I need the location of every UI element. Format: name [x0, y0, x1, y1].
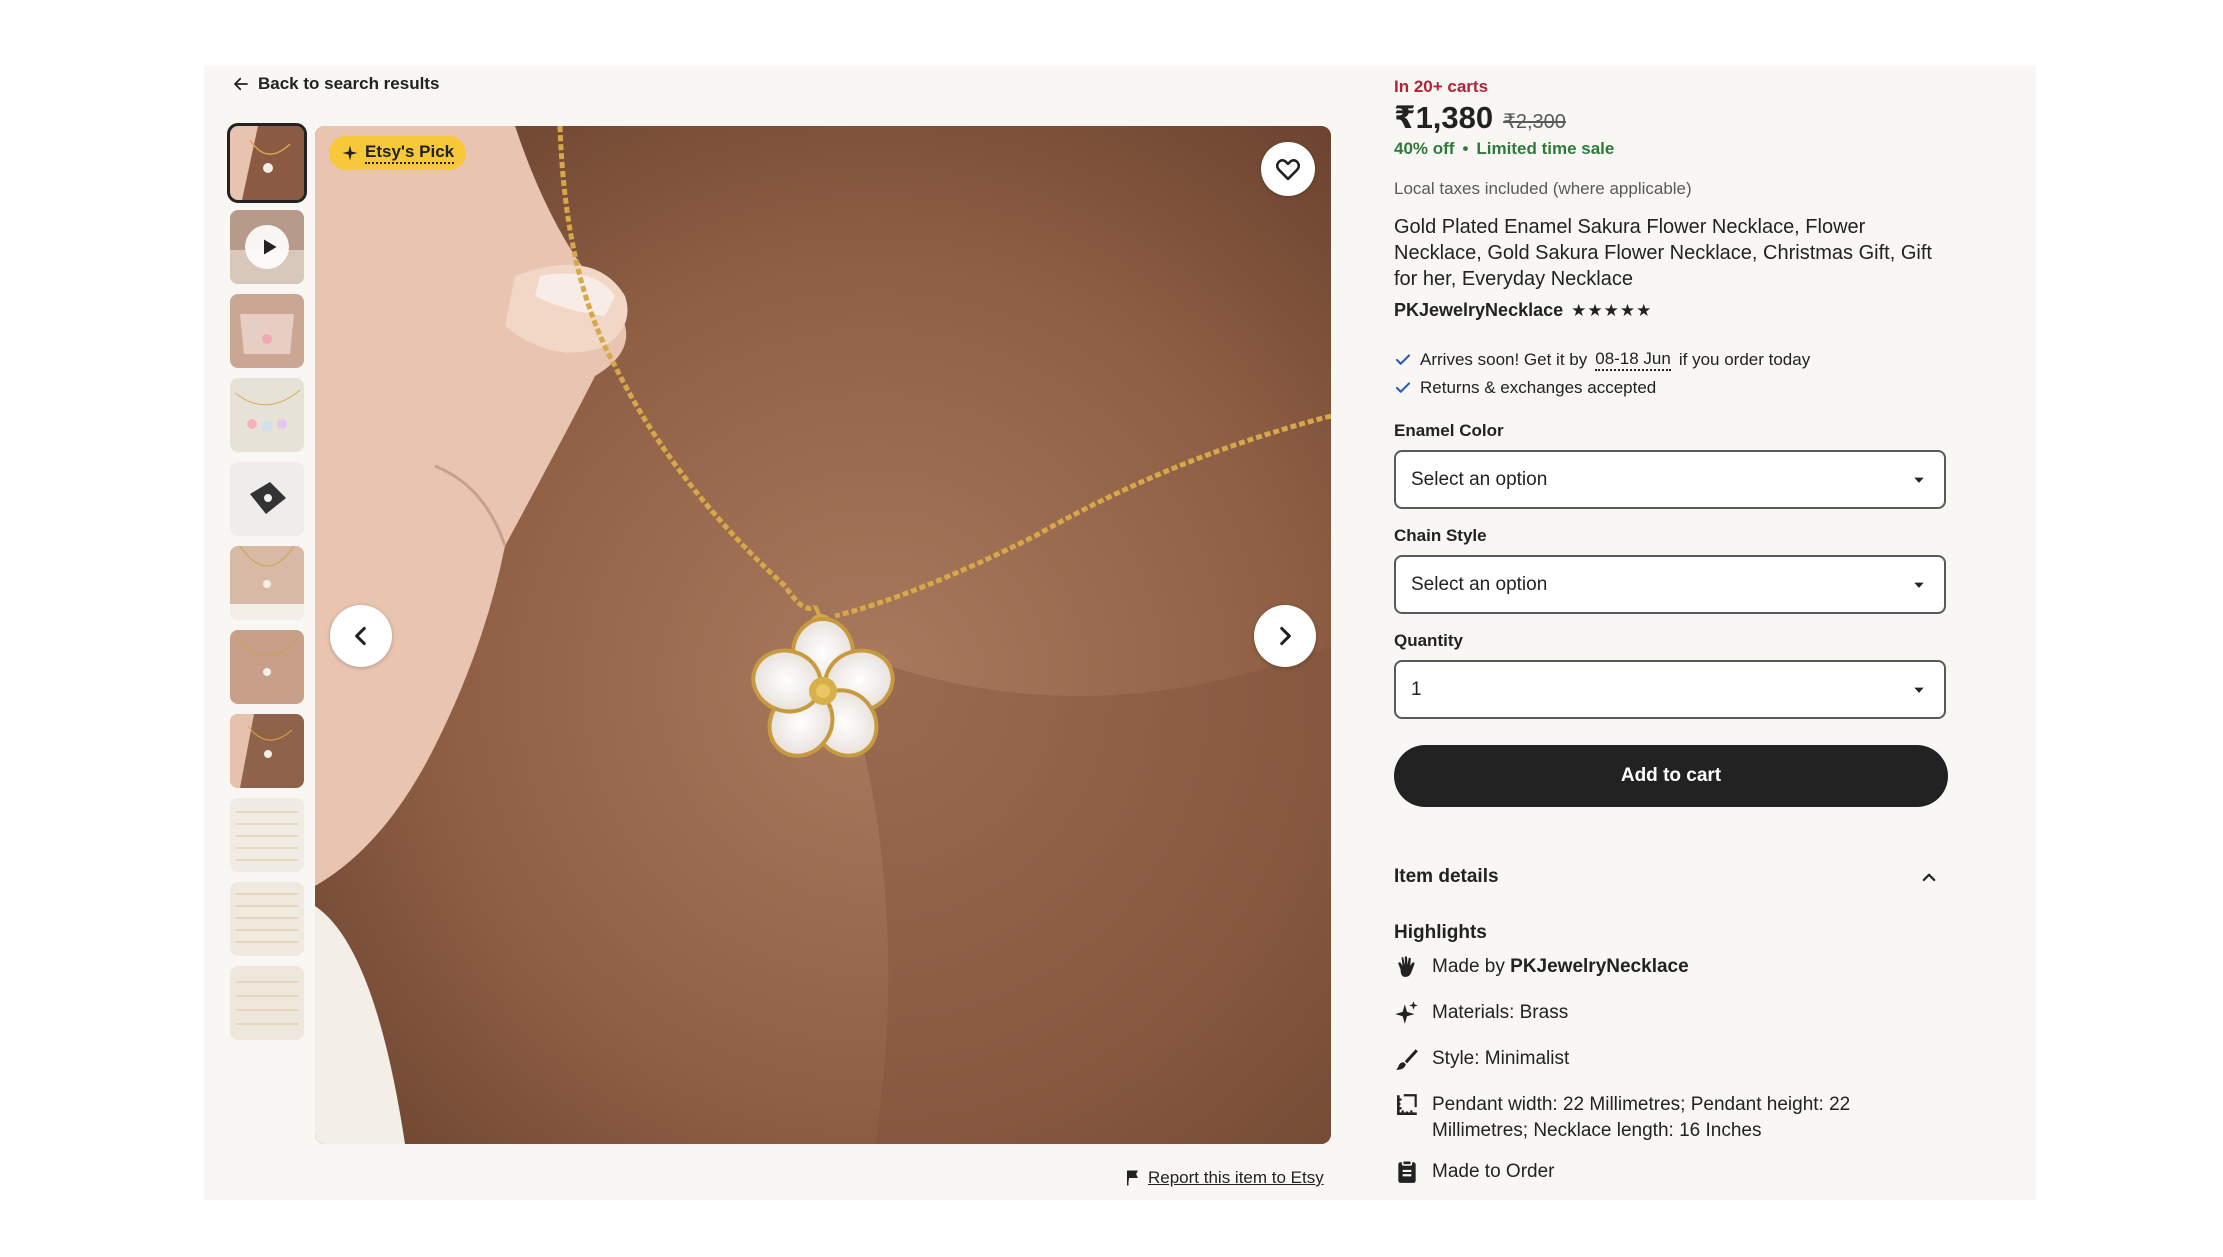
sale-separator: •	[1462, 139, 1469, 158]
add-to-cart-button[interactable]: Add to cart	[1394, 745, 1948, 807]
made-by-shop-link[interactable]: PKJewelryNecklace	[1510, 956, 1689, 977]
highlight-materials: Materials: Brass	[1394, 1000, 1568, 1026]
etsys-pick-badge[interactable]: Etsy's Pick	[329, 136, 467, 170]
enamel-color-select[interactable]: Select an option	[1394, 450, 1946, 509]
chain-style-label: Chain Style	[1394, 526, 1487, 545]
highlight-made-by: Made by PKJewelryNecklace	[1394, 954, 1689, 980]
style-text: Style: Minimalist	[1432, 1048, 1570, 1069]
arrival-suffix: if you order today	[1678, 350, 1811, 369]
listing-title: Gold Plated Enamel Sakura Flower Necklac…	[1394, 216, 1932, 290]
chain-style-value: Select an option	[1411, 573, 1548, 595]
thumbnail-8[interactable]	[230, 714, 304, 788]
thumbnail-3[interactable]	[230, 294, 304, 368]
thumbnail-4[interactable]	[230, 378, 304, 452]
thumbnail-7[interactable]	[230, 630, 304, 704]
quantity-value: 1	[1411, 678, 1422, 700]
chain-style-select[interactable]: Select an option	[1394, 555, 1946, 614]
chevron-left-icon	[355, 626, 366, 646]
highlight-made-to-order: Made to Order	[1394, 1159, 1555, 1185]
enamel-color-label: Enamel Color	[1394, 421, 1504, 440]
etsys-pick-label: Etsy's Pick	[365, 142, 455, 164]
play-icon	[245, 225, 289, 269]
sparkle-icon	[1395, 1001, 1418, 1024]
highlight-dimensions: Pendant width: 22 Millimetres; Pendant h…	[1394, 1092, 1934, 1144]
rating-stars[interactable]: ★★★★★	[1571, 301, 1652, 321]
item-details-toggle[interactable]: Item details	[1394, 862, 1948, 892]
shop-row: PKJewelryNecklace ★★★★★	[1394, 300, 1652, 321]
back-to-search-link[interactable]: Back to search results	[232, 72, 439, 96]
thumbnail-9[interactable]	[230, 798, 304, 872]
clipboard-icon	[1398, 1159, 1416, 1183]
necklace-photo	[315, 126, 1331, 1144]
report-item-link[interactable]: Report this item to Etsy	[1124, 1168, 1324, 1188]
materials-text: Materials: Brass	[1432, 1002, 1569, 1023]
heart-icon	[1275, 159, 1301, 181]
made-to-order-text: Made to Order	[1432, 1161, 1555, 1182]
shop-name-link[interactable]: PKJewelryNecklace	[1394, 300, 1563, 321]
limited-sale-label: Limited time sale	[1476, 139, 1615, 158]
thumbnail-5[interactable]	[230, 462, 304, 536]
sale-price: ₹1,380	[1394, 100, 1494, 135]
discount-label: 40% off	[1394, 139, 1455, 158]
in-carts-notice: In 20+ carts	[1394, 77, 1489, 96]
sale-info: 40% off • Limited time sale	[1394, 139, 1614, 159]
thumbnail-11[interactable]	[230, 966, 304, 1040]
thumbnail-6[interactable]	[230, 546, 304, 620]
enamel-color-value: Select an option	[1411, 468, 1548, 490]
thumbnail-1[interactable]	[227, 123, 307, 203]
brush-icon	[1396, 1049, 1418, 1070]
caret-down-icon	[1914, 582, 1924, 588]
arrival-date[interactable]: 08-18 Jun	[1595, 349, 1671, 371]
next-image-button[interactable]	[1254, 605, 1316, 667]
caret-down-icon	[1914, 687, 1924, 693]
check-icon	[1395, 354, 1411, 365]
check-icon	[1395, 382, 1411, 393]
back-link-label: Back to search results	[258, 74, 440, 93]
ruler-corner-icon	[1397, 1094, 1417, 1115]
highlight-style: Style: Minimalist	[1394, 1046, 1569, 1072]
highlights-title: Highlights	[1394, 922, 1487, 943]
quantity-label: Quantity	[1394, 631, 1463, 650]
sparkle-icon	[342, 145, 358, 161]
previous-image-button[interactable]	[330, 605, 392, 667]
made-by-prefix: Made by	[1432, 956, 1505, 977]
main-product-image[interactable]: Etsy's Pick	[315, 126, 1331, 1144]
chevron-up-icon	[1922, 873, 1936, 882]
thumbnail-10[interactable]	[230, 882, 304, 956]
original-price: ₹2,300	[1503, 111, 1566, 133]
favorite-button[interactable]	[1261, 142, 1315, 196]
taxes-note: Local taxes included (where applicable)	[1394, 179, 1692, 198]
flag-icon	[1127, 1170, 1138, 1186]
caret-down-icon	[1914, 477, 1924, 483]
hand-icon	[1398, 956, 1415, 977]
arrival-prefix: Arrives soon! Get it by	[1420, 350, 1588, 369]
quantity-select[interactable]: 1	[1394, 660, 1946, 719]
returns-perk: Returns & exchanges accepted	[1394, 378, 1656, 398]
arrow-left-icon	[234, 77, 248, 91]
dimensions-text: Pendant width: 22 Millimetres; Pendant h…	[1432, 1094, 1851, 1141]
arrival-perk: Arrives soon! Get it by 08-18 Jun if you…	[1394, 349, 1810, 371]
returns-label: Returns & exchanges accepted	[1420, 378, 1657, 397]
price-row: ₹1,380 ₹2,300	[1394, 100, 1566, 136]
report-item-label: Report this item to Etsy	[1148, 1168, 1324, 1187]
chevron-right-icon	[1280, 626, 1291, 646]
thumbnail-video[interactable]	[230, 210, 304, 284]
item-details-title: Item details	[1394, 866, 1499, 887]
